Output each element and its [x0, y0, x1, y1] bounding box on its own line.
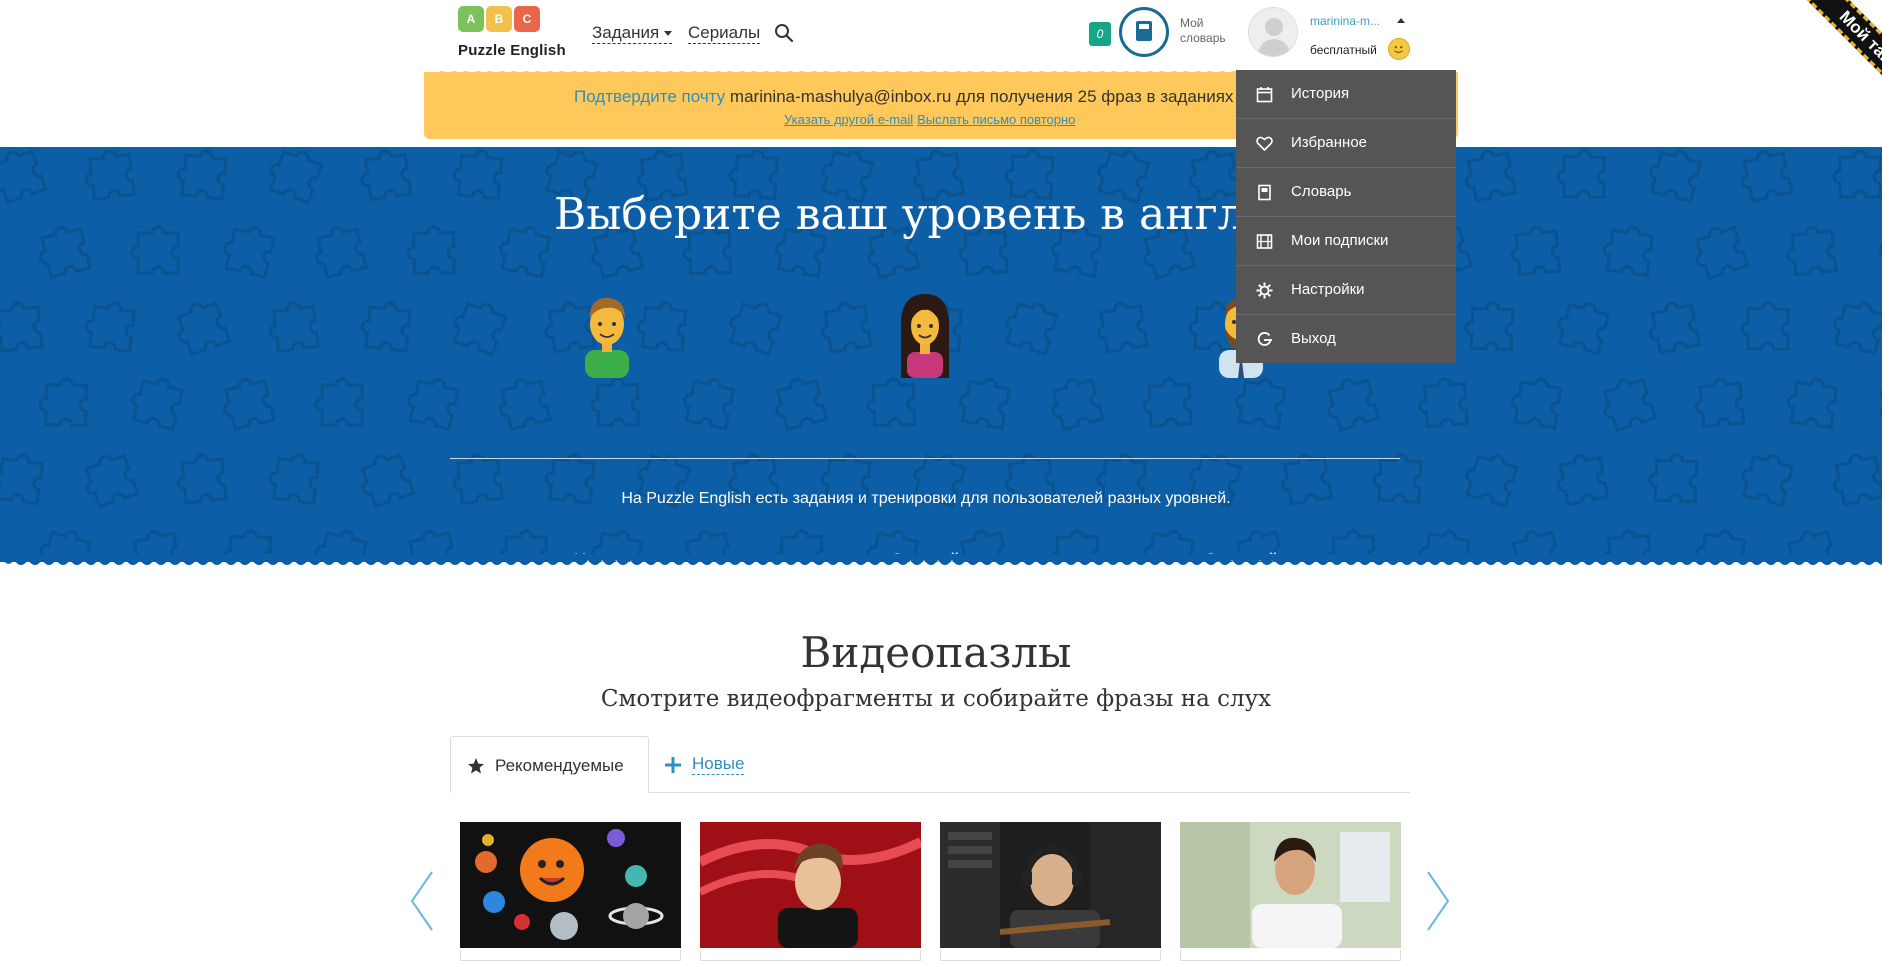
confirm-email-link[interactable]: Подтвердите почту [574, 87, 725, 106]
smiley-icon [1388, 38, 1410, 60]
ribbon-label: Мой танк [1835, 6, 1882, 75]
tab-recommended[interactable]: Рекомендуемые [450, 736, 649, 793]
video-caption-1 [460, 950, 681, 961]
video-caption-3 [940, 950, 1161, 961]
user-menu-dropdown: История Избранное Словарь Мои подписки Н… [1236, 70, 1456, 363]
notice-rest: для получения 25 фраз в заданиях ежед [956, 87, 1278, 106]
gear-icon [1256, 282, 1273, 299]
nav-series-label: Сериалы [688, 23, 761, 42]
logo[interactable]: A B C Puzzle English [458, 2, 568, 60]
planets-cartoon-image [475, 829, 664, 940]
intermediate-avatar-icon [901, 294, 949, 378]
actor-outdoor-image [1180, 822, 1401, 948]
video-caption-2 [700, 950, 921, 961]
menu-item-subscriptions[interactable]: Мои подписки [1236, 217, 1456, 266]
menu-item-logout-label: Выход [1291, 330, 1336, 347]
nav-series[interactable]: Сериалы [688, 23, 761, 44]
logo-puzzle-b: B [486, 6, 512, 32]
tab-recommended-label: Рекомендуемые [495, 756, 624, 775]
logo-puzzle-c: C [514, 6, 540, 32]
menu-item-settings-label: Настройки [1291, 281, 1365, 298]
carousel-prev-arrow-icon[interactable] [410, 870, 434, 932]
plus-icon [665, 757, 681, 773]
videopuzzles-title: Видеопазлы [800, 628, 1072, 677]
level-selection-section: Выберите ваш уровень в английск Новичок … [0, 147, 1882, 562]
dictionary-label-line2: словарь [1180, 31, 1226, 45]
video-thumbnail-actor[interactable] [1180, 822, 1401, 948]
levels-description: На Puzzle English есть задания и трениро… [621, 490, 1231, 507]
star-icon [468, 758, 484, 774]
change-email-link[interactable]: Указать другой e-mail [784, 112, 913, 127]
logo-puzzle-a: A [458, 6, 484, 32]
dictionary-label[interactable]: Мой словарь [1180, 16, 1240, 46]
menu-item-dictionary[interactable]: Словарь [1236, 168, 1456, 217]
dictionary-label-line1: Мой [1180, 16, 1204, 30]
video-caption-4 [1180, 950, 1401, 961]
notice-email: marinina-mashulya@inbox.ru [729, 87, 952, 106]
nav-tasks[interactable]: Задания [592, 23, 673, 44]
logo-text: Puzzle English [458, 42, 566, 59]
menu-item-history-label: История [1291, 85, 1350, 102]
videopuzzles-subtitle: Смотрите видеофрагменты и собирайте фраз… [600, 686, 1272, 712]
book-icon [1258, 184, 1271, 201]
calendar-icon [1256, 87, 1273, 103]
menu-item-settings[interactable]: Настройки [1236, 266, 1456, 315]
chevron-up-icon[interactable] [1397, 18, 1405, 23]
logout-icon [1257, 332, 1272, 346]
avatar[interactable] [1248, 7, 1298, 57]
menu-item-favorites-label: Избранное [1291, 134, 1368, 151]
nav-tasks-label: Задания [592, 23, 660, 42]
search-icon[interactable] [774, 23, 794, 43]
heart-icon [1256, 136, 1273, 152]
tab-new-label: Новые [692, 754, 745, 775]
user-silhouette-icon [1257, 18, 1291, 56]
levels-divider [450, 458, 1400, 459]
resend-email-link[interactable]: Выслать письмо повторно [917, 112, 1075, 127]
corner-ribbon[interactable]: Мой танк [1764, 0, 1882, 88]
video-thumbnail-musician[interactable] [940, 822, 1161, 948]
levels-wave-edge [0, 554, 1882, 565]
video-thumbnail-the-voice[interactable] [700, 822, 921, 948]
dictionary-button[interactable] [1119, 7, 1169, 57]
plan-label: бесплатный [1310, 43, 1377, 57]
carousel-next-arrow-icon[interactable] [1426, 870, 1450, 932]
musician-studio-image [940, 822, 1161, 948]
video-thumbnail-planets[interactable] [460, 822, 681, 948]
dictionary-count-badge: 0 [1089, 22, 1111, 46]
chevron-down-icon [664, 31, 673, 37]
notice-message: Подтвердите почту marinina-mashulya@inbo… [574, 87, 1278, 107]
menu-item-history[interactable]: История [1236, 70, 1456, 119]
menu-item-favorites[interactable]: Избранное [1236, 119, 1456, 168]
beginner-avatar-icon [585, 297, 629, 378]
menu-item-subscriptions-label: Мои подписки [1291, 232, 1389, 249]
username[interactable]: marinina-m... [1310, 14, 1380, 28]
the-voice-singer-image [700, 822, 921, 948]
film-icon [1256, 234, 1273, 249]
ribbon-band: Мой танк [1798, 0, 1882, 88]
menu-item-dictionary-label: Словарь [1291, 183, 1352, 200]
site-header: A B C Puzzle English Задания Сериалы 0 М… [0, 0, 1882, 72]
menu-item-logout[interactable]: Выход [1236, 315, 1456, 364]
notice-actions: Указать другой e-mail Выслать письмо повт… [784, 112, 1079, 127]
book-icon [1136, 21, 1152, 41]
